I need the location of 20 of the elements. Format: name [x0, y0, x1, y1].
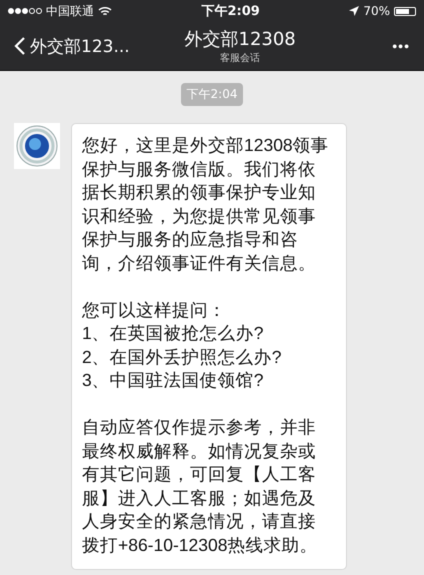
message-paragraph: 您好，这里是外交部12308领事保护与服务微信版。我们将依据长期积累的领事保护专业知识和经验，为您提供常见领事保护与服务的应急指导和咨询，介绍领事证件有关信息。	[82, 134, 329, 274]
back-button[interactable]: 外交部123...	[14, 34, 134, 58]
battery-icon	[394, 6, 416, 16]
chat-subtitle: 客服会话	[219, 52, 262, 65]
location-icon	[349, 6, 360, 16]
battery-percent: 70%	[363, 4, 390, 18]
question-line: 2、在国外丢护照怎么办?	[82, 346, 282, 368]
wifi-icon	[98, 6, 112, 16]
carrier-name: 中国联通	[46, 2, 94, 20]
chevron-icon	[14, 36, 26, 56]
chat-title: 外交部12308	[184, 28, 296, 51]
more-button[interactable]: •••	[386, 38, 416, 54]
question-line: 3、中国驻法国使领馆?	[82, 369, 264, 392]
signal-icon	[8, 8, 42, 14]
status-time: 下午2:09	[201, 3, 260, 20]
avatar-icon[interactable]	[14, 123, 60, 169]
message-timestamp: 下午2:04	[180, 83, 244, 106]
message-paragraph: 自动应答仅作提示参考，并非最终权威解释。如情况复杂或有其它问题，可回复【人工客服】进入人工客服；如遇危及人身安全的紧急情况，请直接拨打+86-10-12308热线求助。	[82, 416, 318, 556]
message-line: 您可以这样提问：	[82, 298, 227, 322]
question-line: 1、在英国被抢怎么办?	[82, 322, 264, 345]
